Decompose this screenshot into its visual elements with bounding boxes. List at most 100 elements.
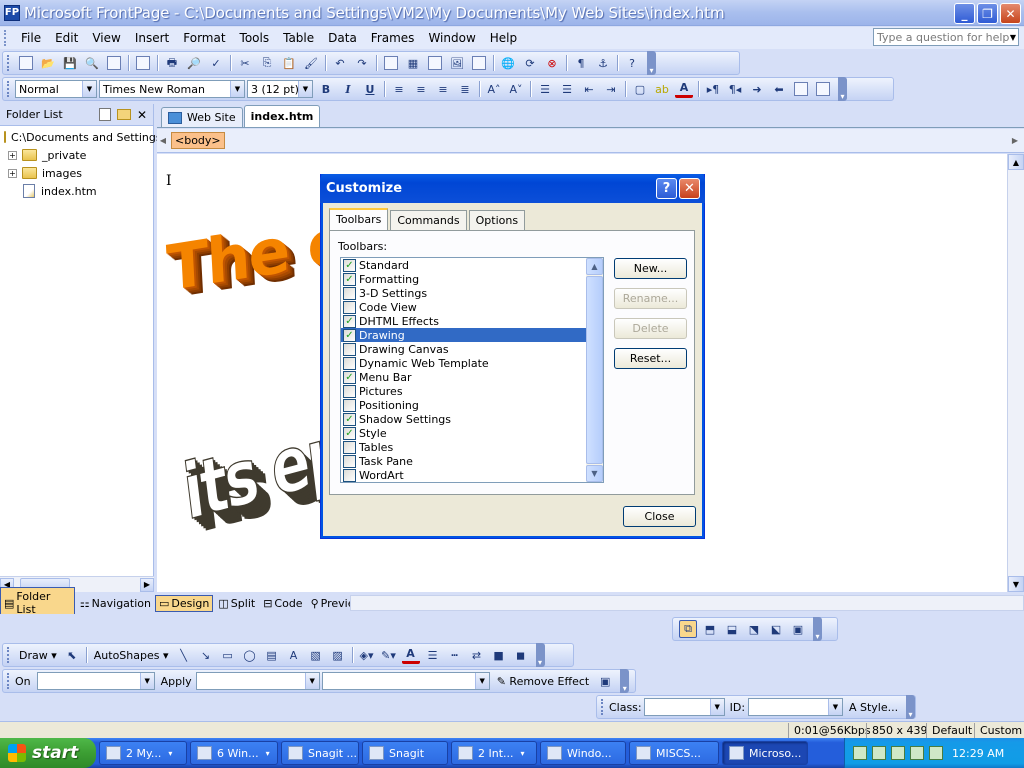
start-button[interactable]: start (0, 738, 96, 768)
format-painter-icon[interactable]: 🖌 (302, 54, 320, 72)
tab-options[interactable]: Options (468, 210, 526, 230)
decrease-indent-icon[interactable]: ⇤ (580, 80, 598, 98)
toolbar-list-item[interactable]: Code View (341, 300, 603, 314)
font-color-icon[interactable]: A (675, 80, 693, 98)
network-icon[interactable] (891, 746, 905, 760)
dash-style-icon[interactable]: ┅ (446, 646, 464, 664)
3d-style-icon[interactable]: ◼ (512, 646, 530, 664)
font-size-dropdown[interactable]: 3 (12 pt) ▼ (247, 80, 313, 98)
font-color-icon[interactable]: A (401, 646, 420, 664)
toggle-pane-icon[interactable] (134, 54, 152, 72)
body-tag[interactable]: <body> (171, 132, 225, 149)
show-all-icon[interactable]: ¶ (572, 54, 590, 72)
taskbar-button-snagit-2[interactable]: Snagit (362, 741, 448, 765)
toolbar-list-item[interactable]: Drawing Canvas (341, 342, 603, 356)
tree-item-private[interactable]: + _private (0, 146, 153, 164)
menu-insert[interactable]: Insert (128, 29, 176, 47)
status-mode[interactable]: Default (926, 723, 977, 738)
menu-view[interactable]: View (85, 29, 127, 47)
move-to-front-icon[interactable]: ⬔ (745, 620, 763, 638)
close-window-button[interactable]: ✕ (1000, 3, 1021, 24)
new-page-icon[interactable] (17, 54, 35, 72)
toolbar-options-icon[interactable]: ▾ (620, 669, 630, 693)
insert-table-icon[interactable]: ▦ (404, 54, 422, 72)
scroll-up-icon[interactable]: ▲ (586, 258, 603, 275)
new-folder-icon[interactable] (116, 109, 131, 120)
toolbar-list-item[interactable]: Dynamic Web Template (341, 356, 603, 370)
checkbox-checked-icon[interactable]: ✓ (343, 258, 356, 272)
toolbar-options-icon[interactable]: ▾ (838, 77, 847, 101)
toolbar-grip[interactable] (7, 55, 11, 71)
checkbox-icon[interactable] (343, 342, 356, 356)
event-dropdown[interactable]: ▼ (36, 672, 155, 690)
rectangle-icon[interactable]: ▭ (219, 646, 237, 664)
checkbox-checked-icon[interactable]: ✓ (343, 314, 356, 328)
scroll-right-icon[interactable]: ▶ (140, 577, 154, 592)
web-component-icon[interactable] (382, 54, 400, 72)
minimize-button[interactable]: _ (954, 3, 975, 24)
z-order-icon[interactable]: ▣ (789, 620, 807, 638)
remove-effect-button[interactable]: ✎ Remove Effect (494, 672, 593, 690)
close-icon[interactable]: ✕ (137, 108, 147, 122)
clock[interactable]: 12:29 AM (952, 747, 1004, 760)
chevron-down-icon[interactable]: ▼ (1010, 33, 1016, 42)
toolbar-grip[interactable] (7, 673, 11, 689)
toolbars-listbox[interactable]: ✓ Standard ✓ Formatting 3-D Settings Code Vie… (340, 257, 604, 483)
volume-icon[interactable] (929, 746, 943, 760)
highlight-icon[interactable]: ab (653, 80, 671, 98)
taskbar-button-ie[interactable]: 2 Int... ▾ (451, 741, 537, 765)
picture-icon[interactable]: ▨ (329, 646, 347, 664)
clip-art-icon[interactable]: ▧ (307, 646, 325, 664)
style-dropdown[interactable]: Normal ▼ (15, 80, 97, 98)
drawing-icon[interactable] (470, 54, 488, 72)
insert-layer-icon[interactable] (426, 54, 444, 72)
italic-button[interactable]: I (339, 80, 357, 98)
tree-root[interactable]: C:\Documents and Settings (0, 128, 162, 146)
menu-edit[interactable]: Edit (48, 29, 85, 47)
id-dropdown[interactable]: ▼ (748, 698, 843, 716)
insert-picture-icon[interactable]: 🖼 (448, 54, 466, 72)
align-center-icon[interactable]: ≡ (412, 80, 430, 98)
ltr-icon[interactable]: ▸¶ (704, 80, 722, 98)
frontpage-app-icon[interactable]: FP (4, 4, 20, 21)
backward-icon[interactable]: ⬅ (770, 80, 788, 98)
toolbar-list-item[interactable]: 3-D Settings (341, 286, 603, 300)
text-box-icon[interactable]: ▤ (263, 646, 281, 664)
taskbar-button-windows-2[interactable]: Windo... (540, 741, 626, 765)
rtl-icon[interactable]: ¶◂ (726, 80, 744, 98)
borders-icon[interactable]: ▢ (631, 80, 649, 98)
cut-icon[interactable]: ✂ (236, 54, 254, 72)
redo-icon[interactable]: ↷ (353, 54, 371, 72)
toolbar-options-icon[interactable]: ▾ (813, 617, 822, 641)
shadow-style-icon[interactable]: ■ (490, 646, 508, 664)
undo-icon[interactable]: ↶ (331, 54, 349, 72)
ask-question-input[interactable]: Type a question for help ▼ (873, 28, 1019, 46)
forward-icon[interactable]: ➜ (748, 80, 766, 98)
tab-web-site[interactable]: Web Site (161, 107, 243, 127)
send-backward-icon[interactable]: ⬓ (723, 620, 741, 638)
effect-dropdown[interactable]: ▼ (195, 672, 320, 690)
menu-data[interactable]: Data (321, 29, 364, 47)
listbox-scrollbar[interactable]: ▲ ▼ (586, 258, 603, 482)
checkbox-checked-icon[interactable]: ✓ (343, 370, 356, 384)
toolbar-grip[interactable] (7, 647, 11, 663)
spelling-icon[interactable]: ✓ (207, 54, 225, 72)
toolbar-list-item[interactable]: ✓ Style (341, 426, 603, 440)
checkbox-checked-icon[interactable]: ✓ (343, 412, 356, 426)
menu-format[interactable]: Format (176, 29, 232, 47)
menu-window[interactable]: Window (421, 29, 482, 47)
taskbar-button-my[interactable]: 2 My... ▾ (99, 741, 187, 765)
toolbar-grip[interactable] (7, 81, 11, 97)
expand-icon[interactable]: + (8, 168, 17, 178)
toolbar-grip[interactable] (601, 699, 605, 715)
tab-toolbars[interactable]: Toolbars (329, 208, 389, 230)
new-toolbar-button[interactable]: New... (614, 258, 687, 279)
select-arrow-icon[interactable]: ⬉ (63, 646, 81, 664)
help-icon[interactable]: ? (656, 178, 677, 199)
wordart-icon[interactable]: A (285, 646, 303, 664)
autoshapes-menu-button[interactable]: AutoShapes ▾ (92, 646, 171, 664)
taskbar-button-snagit-1[interactable]: Snagit ... (281, 741, 359, 765)
search-icon[interactable]: 🔍 (83, 54, 101, 72)
copy-icon[interactable]: ⎘ (258, 54, 276, 72)
decrease-font-icon[interactable]: A˅ (507, 80, 525, 98)
